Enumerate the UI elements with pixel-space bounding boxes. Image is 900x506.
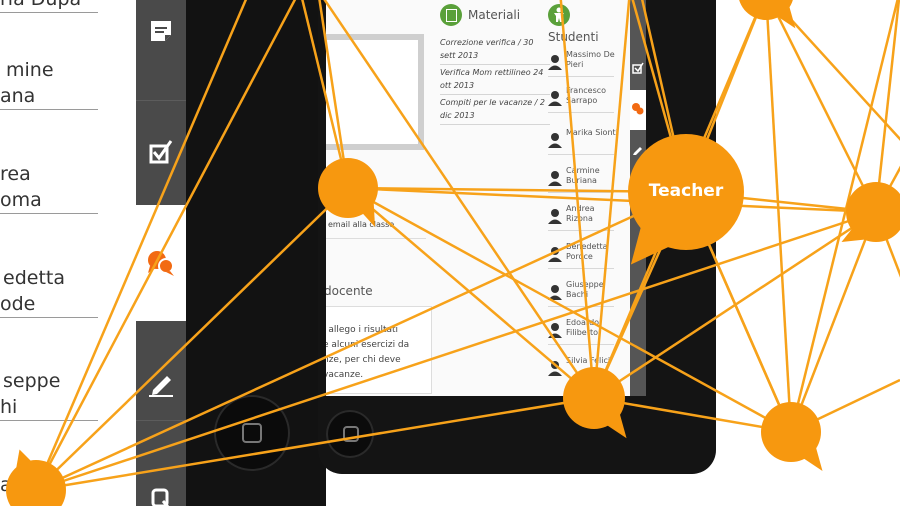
network-edge — [765, 0, 793, 433]
network-edge — [35, 187, 349, 491]
student-node[interactable] — [6, 449, 66, 506]
network-edge — [35, 396, 595, 492]
student-node[interactable] — [761, 402, 823, 471]
stage: ria Dupa mine ana rea oma edetta ode sep… — [0, 0, 900, 506]
network-edge — [874, 0, 900, 213]
network-edge — [34, 0, 248, 491]
teacher-label: Teacher — [648, 181, 724, 201]
student-node[interactable] — [318, 158, 378, 227]
network-edge — [768, 0, 878, 213]
network-edge — [789, 211, 878, 433]
student-node[interactable] — [563, 367, 627, 439]
network-edge — [347, 187, 595, 399]
network-graph — [6, 0, 900, 506]
